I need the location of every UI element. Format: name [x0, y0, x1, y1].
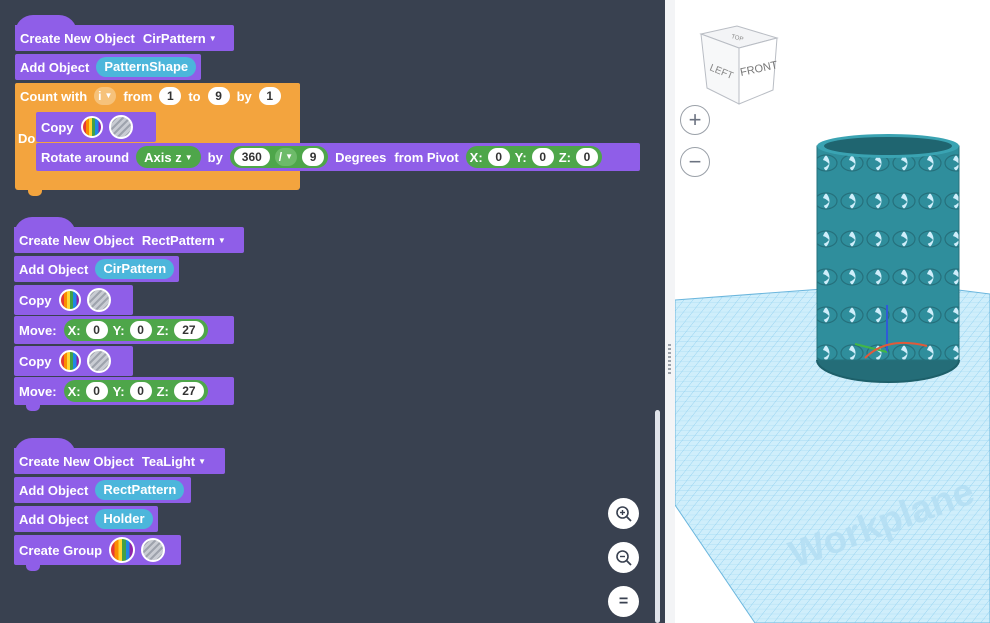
- vertical-scrollbar[interactable]: [655, 410, 660, 623]
- to-label: to: [188, 88, 201, 104]
- object-reference[interactable]: PatternShape: [96, 57, 197, 77]
- create-group-block[interactable]: Create Group: [14, 535, 181, 565]
- copy-block[interactable]: Copy: [14, 285, 133, 315]
- blocks-editor[interactable]: Create New Object CirPattern ▼ Add Object…: [0, 0, 665, 623]
- move-x-label: X:: [67, 322, 81, 338]
- by-label: by: [236, 88, 252, 104]
- pivot-z-input[interactable]: 0: [576, 148, 598, 166]
- create-object-block[interactable]: Create New Object RectPattern ▼: [14, 227, 244, 253]
- from-input[interactable]: 1: [159, 87, 182, 105]
- zoom-out-button[interactable]: [608, 542, 639, 573]
- move-z-label: Z:: [156, 322, 169, 338]
- create-object-label: Create New Object: [20, 30, 135, 46]
- color-swatch[interactable]: [80, 116, 103, 138]
- loop-variable-dropdown[interactable]: i ▼: [94, 87, 117, 105]
- move-xyz: X: 0 Y: 0 Z: 27: [63, 319, 208, 341]
- create-object-block[interactable]: Create New Object TeaLight ▼: [14, 448, 225, 474]
- add-object-label: Add Object: [19, 261, 89, 277]
- to-input[interactable]: 9: [207, 87, 230, 105]
- object-name-dropdown[interactable]: TeaLight ▼: [141, 454, 207, 469]
- axis-dropdown[interactable]: Axis z ▼: [136, 146, 201, 168]
- drag-handle-icon: [668, 344, 671, 374]
- viewport-zoom-out-button[interactable]: −: [680, 147, 710, 177]
- pivot-xyz: X: 0 Y: 0 Z: 0: [465, 146, 602, 168]
- pivot-label: from Pivot: [394, 149, 459, 165]
- move-z-input[interactable]: 27: [173, 382, 204, 400]
- count-loop-header[interactable]: Count with i ▼ from 1 to 9 by 1: [15, 83, 300, 109]
- pivot-z-label: Z:: [558, 149, 571, 165]
- create-group-label: Create Group: [19, 542, 103, 558]
- create-object-label: Create New Object: [19, 453, 134, 469]
- move-block[interactable]: Move: X: 0 Y: 0 Z: 27: [14, 377, 234, 405]
- hole-toggle[interactable]: [86, 288, 111, 312]
- zoom-out-icon: [615, 549, 632, 566]
- pivot-x-input[interactable]: 0: [487, 148, 510, 166]
- add-object-block[interactable]: Add Object CirPattern: [14, 256, 179, 282]
- zoom-in-icon: [615, 505, 632, 522]
- object-reference[interactable]: Holder: [95, 509, 153, 529]
- create-object-label: Create New Object: [19, 232, 134, 248]
- color-swatch[interactable]: [109, 537, 136, 563]
- viewport-zoom-in-button[interactable]: +: [680, 105, 710, 135]
- move-z-input[interactable]: 27: [173, 321, 204, 339]
- add-object-label: Add Object: [19, 482, 89, 498]
- copy-label: Copy: [19, 292, 52, 308]
- move-label: Move:: [19, 322, 57, 338]
- rotate-by-label: by: [207, 149, 223, 165]
- operator-dropdown[interactable]: / ▼: [274, 148, 298, 166]
- reset-zoom-button[interactable]: =: [608, 586, 639, 617]
- divisor-input[interactable]: 9: [302, 148, 325, 166]
- pivot-y-label: Y:: [514, 149, 527, 165]
- hole-toggle[interactable]: [141, 538, 166, 562]
- object-name-dropdown[interactable]: RectPattern ▼: [141, 233, 227, 248]
- panel-divider[interactable]: [665, 0, 675, 623]
- pivot-y-input[interactable]: 0: [531, 148, 554, 166]
- from-label: from: [123, 88, 153, 104]
- do-label: Do: [18, 131, 36, 146]
- move-xyz: X: 0 Y: 0 Z: 27: [63, 380, 208, 402]
- copy-block[interactable]: Copy: [14, 346, 133, 376]
- move-x-label: X:: [67, 383, 81, 399]
- hole-toggle[interactable]: [108, 115, 133, 139]
- object-reference[interactable]: CirPattern: [95, 259, 175, 279]
- view-cube-icon: TOP LEFT FRONT: [699, 25, 779, 105]
- zoom-in-button[interactable]: [608, 498, 639, 529]
- copy-label: Copy: [19, 353, 52, 369]
- by-input[interactable]: 1: [258, 87, 281, 105]
- block-tab: [26, 565, 40, 571]
- view-cube[interactable]: TOP LEFT FRONT: [699, 24, 779, 106]
- hole-toggle[interactable]: [86, 349, 111, 373]
- object-name-dropdown[interactable]: CirPattern ▼: [142, 31, 218, 46]
- copy-label: Copy: [41, 119, 74, 135]
- count-with-label: Count with: [20, 88, 88, 104]
- add-object-block[interactable]: Add Object Holder: [14, 506, 158, 532]
- add-object-block[interactable]: Add Object RectPattern: [14, 477, 191, 503]
- pivot-x-label: X:: [469, 149, 483, 165]
- move-x-input[interactable]: 0: [85, 321, 108, 339]
- color-swatch[interactable]: [58, 350, 81, 372]
- move-block[interactable]: Move: X: 0 Y: 0 Z: 27: [14, 316, 234, 344]
- move-y-label: Y:: [112, 322, 125, 338]
- move-z-label: Z:: [156, 383, 169, 399]
- rotate-block[interactable]: Rotate around Axis z ▼ by 360 /▼ 9 Degree…: [36, 143, 640, 171]
- add-object-block[interactable]: Add Object PatternShape: [15, 54, 201, 80]
- divide-expression[interactable]: 360 /▼ 9: [229, 146, 329, 168]
- color-swatch[interactable]: [58, 289, 81, 311]
- move-x-input[interactable]: 0: [85, 382, 108, 400]
- object-reference[interactable]: RectPattern: [95, 480, 185, 500]
- move-y-input[interactable]: 0: [129, 321, 152, 339]
- create-object-block[interactable]: Create New Object CirPattern ▼: [15, 25, 234, 51]
- 3d-viewport[interactable]: Workplane TOP LEFT FRONT + −: [675, 0, 990, 623]
- add-object-label: Add Object: [19, 511, 89, 527]
- rotate-label: Rotate around: [41, 149, 130, 165]
- move-label: Move:: [19, 383, 57, 399]
- move-y-label: Y:: [112, 383, 125, 399]
- degrees-label: Degrees: [335, 149, 387, 165]
- block-tab: [28, 190, 42, 196]
- block-tab: [26, 405, 40, 411]
- add-object-label: Add Object: [20, 59, 90, 75]
- move-y-input[interactable]: 0: [129, 382, 152, 400]
- copy-block[interactable]: Copy: [36, 112, 156, 142]
- angle-input[interactable]: 360: [233, 148, 270, 166]
